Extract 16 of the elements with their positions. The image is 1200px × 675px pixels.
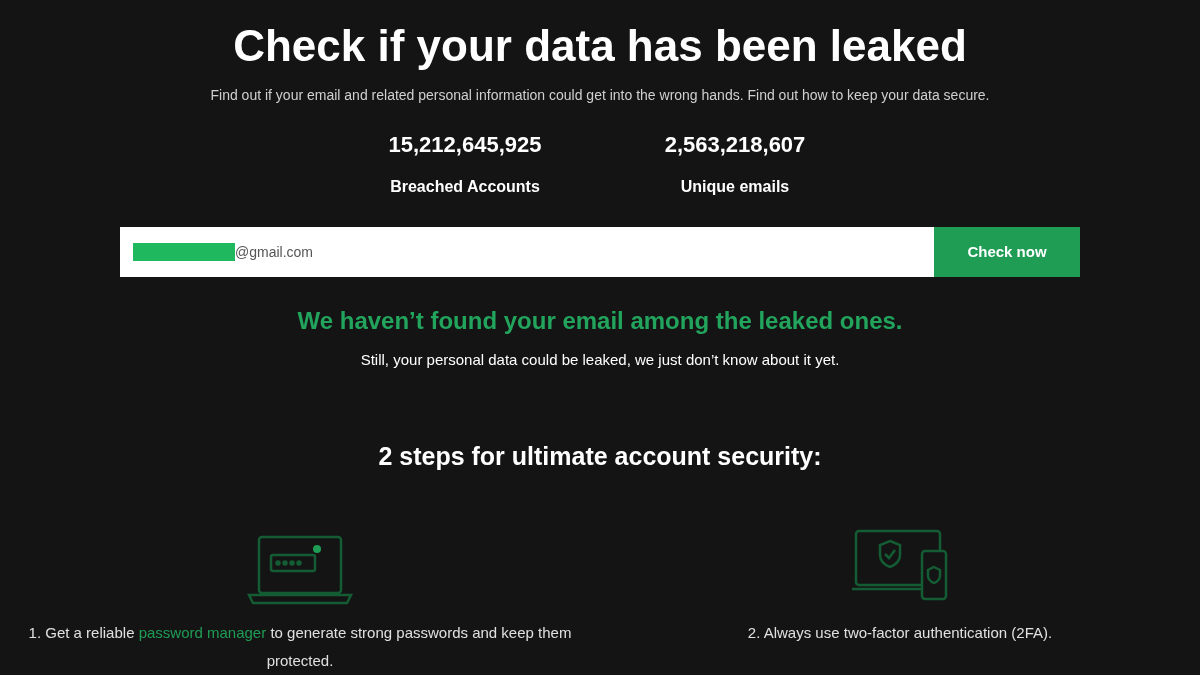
stat-label: Unique emails bbox=[680, 177, 790, 197]
stat-value: 15,212,645,925 bbox=[388, 131, 542, 159]
page-subtitle: Find out if your email and related personal information could get into the wrong hands. Find out how to keep your data secure. bbox=[210, 86, 990, 105]
result-headline: We haven’t found your email among the leaked ones. bbox=[297, 306, 903, 336]
stat-value: 2,563,218,607 bbox=[664, 131, 806, 159]
steps-heading: 2 steps for ultimate account security: bbox=[378, 440, 822, 472]
password-manager-link[interactable]: password manager bbox=[138, 624, 267, 641]
email-field[interactable]: @gmail.com Check now bbox=[120, 227, 1080, 277]
stat-label: Breached Accounts bbox=[390, 177, 540, 197]
result-note: Still, your personal data could be leaked, we just don’t know about it yet. bbox=[360, 350, 840, 370]
step-text: 2. Always use two-factor authentication (2FA). bbox=[746, 623, 1054, 643]
laptop-password-icon bbox=[245, 533, 355, 607]
page-title: Check if your data has been leaked bbox=[233, 20, 967, 72]
check-now-button[interactable]: Check now bbox=[934, 227, 1080, 277]
email-value: @gmail.com bbox=[235, 242, 313, 262]
step-text: 1. Get a reliable password manager to generate strong passwords and keep them protected. bbox=[27, 623, 573, 671]
